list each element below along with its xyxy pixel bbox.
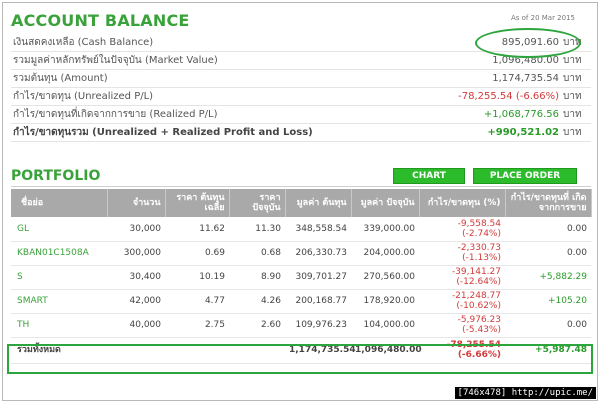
table-row: KBAN01C1508A 300,000 0.69 0.68 206,330.7…	[11, 241, 591, 266]
cell-price: 0.68	[229, 241, 285, 266]
cash-balance-highlight-ellipse	[475, 28, 581, 58]
cell-price: 11.30	[229, 217, 285, 242]
column-header-avg-cost[interactable]: ราคา ต้นทุนเฉลี่ย	[165, 189, 230, 217]
cell-pl: -39,141.27 (-12.64%)	[419, 265, 505, 290]
column-header-market-value[interactable]: มูลค่า ปัจจุบัน	[351, 189, 420, 217]
cell-price: 4.26	[229, 289, 285, 314]
cell-pl: -2,330.73 (-1.13%)	[419, 241, 505, 266]
balance-value: +1,068,776.56	[483, 109, 559, 120]
cell-avg-cost: 0.69	[165, 241, 229, 266]
balance-label: กำไร/ขาดทุนที่เกิดจากการขาย (Realized P/…	[13, 109, 218, 120]
table-row: S 30,400 10.19 8.90 309,701.27 270,560.0…	[11, 265, 591, 290]
cell-avg-cost: 11.62	[165, 217, 229, 242]
column-header-quantity[interactable]: จำนวน	[107, 189, 166, 217]
balance-unit: บาท	[563, 55, 582, 66]
balance-unit: บาท	[563, 91, 582, 102]
portfolio-divider	[11, 186, 591, 187]
cell-quantity: 42,000	[107, 289, 165, 314]
cell-price: 2.60	[229, 313, 285, 338]
cell-market-value: 178,920.00	[351, 289, 419, 314]
as-of-date: As of 20 Mar 2015	[510, 14, 575, 22]
cell-realized: +105.20	[505, 289, 591, 314]
table-header-row: ชื่อย่อ จำนวน ราคา ต้นทุนเฉลี่ย ราคา ปัจ…	[11, 189, 592, 217]
cell-realized: 0.00	[505, 241, 591, 266]
balance-row-realized-pl: กำไร/ขาดทุนที่เกิดจากการขาย (Realized P/…	[11, 106, 591, 124]
cell-quantity: 300,000	[107, 241, 165, 266]
balance-label: เงินสดคงเหลือ (Cash Balance)	[13, 37, 154, 48]
total-row-highlight-box	[7, 344, 593, 374]
chart-button[interactable]: CHART	[393, 168, 465, 184]
portfolio-table: ชื่อย่อ จำนวน ราคา ต้นทุนเฉลี่ย ราคา ปัจ…	[11, 189, 592, 364]
screenshot-frame: ACCOUNT BALANCE As of 20 Mar 2015 เงินสด…	[2, 2, 598, 401]
cell-market-value: 270,560.00	[351, 265, 419, 290]
symbol-link[interactable]: KBAN01C1508A	[11, 241, 107, 266]
balance-label: กำไร/ขาดทุนรวม (Unrealized + Realized Pr…	[13, 127, 313, 138]
table-row: TH 40,000 2.75 2.60 109,976.23 104,000.0…	[11, 313, 591, 338]
cell-pl: -9,558.54 (-2.74%)	[419, 217, 505, 242]
column-header-symbol[interactable]: ชื่อย่อ	[11, 189, 108, 217]
balance-value: +990,521.02	[487, 127, 559, 138]
cell-avg-cost: 2.75	[165, 313, 229, 338]
cell-market-value: 104,000.00	[351, 313, 419, 338]
balance-label: รวมต้นทุน (Amount)	[13, 73, 108, 84]
cell-pl: -5,976.23 (-5.43%)	[419, 313, 505, 338]
symbol-link[interactable]: GL	[11, 217, 107, 242]
cell-cost-value: 309,701.27	[285, 265, 351, 290]
cell-market-value: 204,000.00	[351, 241, 419, 266]
cell-quantity: 30,400	[107, 265, 165, 290]
cell-quantity: 30,000	[107, 217, 165, 242]
cell-realized: 0.00	[505, 313, 591, 338]
cell-cost-value: 206,330.73	[285, 241, 351, 266]
balance-unit: บาท	[563, 109, 582, 120]
column-header-price[interactable]: ราคา ปัจจุบัน	[229, 189, 286, 217]
cell-cost-value: 348,558.54	[285, 217, 351, 242]
image-host-watermark: [746x478] http://upic.me/	[454, 387, 596, 399]
balance-label: รวมมูลค่าหลักทรัพย์ในปัจจุบัน (Market Va…	[13, 55, 218, 66]
symbol-link[interactable]: S	[11, 265, 107, 290]
balance-row-total-pl: กำไร/ขาดทุนรวม (Unrealized + Realized Pr…	[11, 124, 591, 142]
column-header-realized[interactable]: กำไร/ขาดทุนที่ เกิดจากการขาย	[505, 189, 592, 217]
account-balance-title: ACCOUNT BALANCE	[11, 11, 190, 30]
cell-cost-value: 109,976.23	[285, 313, 351, 338]
balance-unit: บาท	[563, 127, 582, 138]
cell-realized: 0.00	[505, 217, 591, 242]
column-header-cost-value[interactable]: มูลค่า ต้นทุน	[285, 189, 352, 217]
cell-price: 8.90	[229, 265, 285, 290]
balance-row-unrealized-pl: กำไร/ขาดทุน (Unrealized P/L) -78,255.54 …	[11, 88, 591, 106]
portfolio-title: PORTFOLIO	[11, 168, 101, 184]
balance-unit: บาท	[563, 73, 582, 84]
balance-value: -78,255.54 (-6.66%)	[458, 91, 559, 102]
balance-value: 1,174,735.54	[492, 73, 559, 84]
cell-market-value: 339,000.00	[351, 217, 419, 242]
cell-cost-value: 200,168.77	[285, 289, 351, 314]
cell-pl: -21,248.77 (-10.62%)	[419, 289, 505, 314]
cell-avg-cost: 4.77	[165, 289, 229, 314]
cell-avg-cost: 10.19	[165, 265, 229, 290]
table-row: SMART 42,000 4.77 4.26 200,168.77 178,92…	[11, 289, 591, 314]
symbol-link[interactable]: SMART	[11, 289, 107, 314]
table-row: GL 30,000 11.62 11.30 348,558.54 339,000…	[11, 217, 591, 242]
balance-label: กำไร/ขาดทุน (Unrealized P/L)	[13, 91, 154, 102]
place-order-button[interactable]: PLACE ORDER	[473, 168, 577, 184]
balance-row-amount: รวมต้นทุน (Amount) 1,174,735.54 บาท	[11, 70, 591, 88]
symbol-link[interactable]: TH	[11, 313, 107, 338]
column-header-pl[interactable]: กำไร/ขาดทุน (%)	[419, 189, 506, 217]
cell-realized: +5,882.29	[505, 265, 591, 290]
cell-quantity: 40,000	[107, 313, 165, 338]
